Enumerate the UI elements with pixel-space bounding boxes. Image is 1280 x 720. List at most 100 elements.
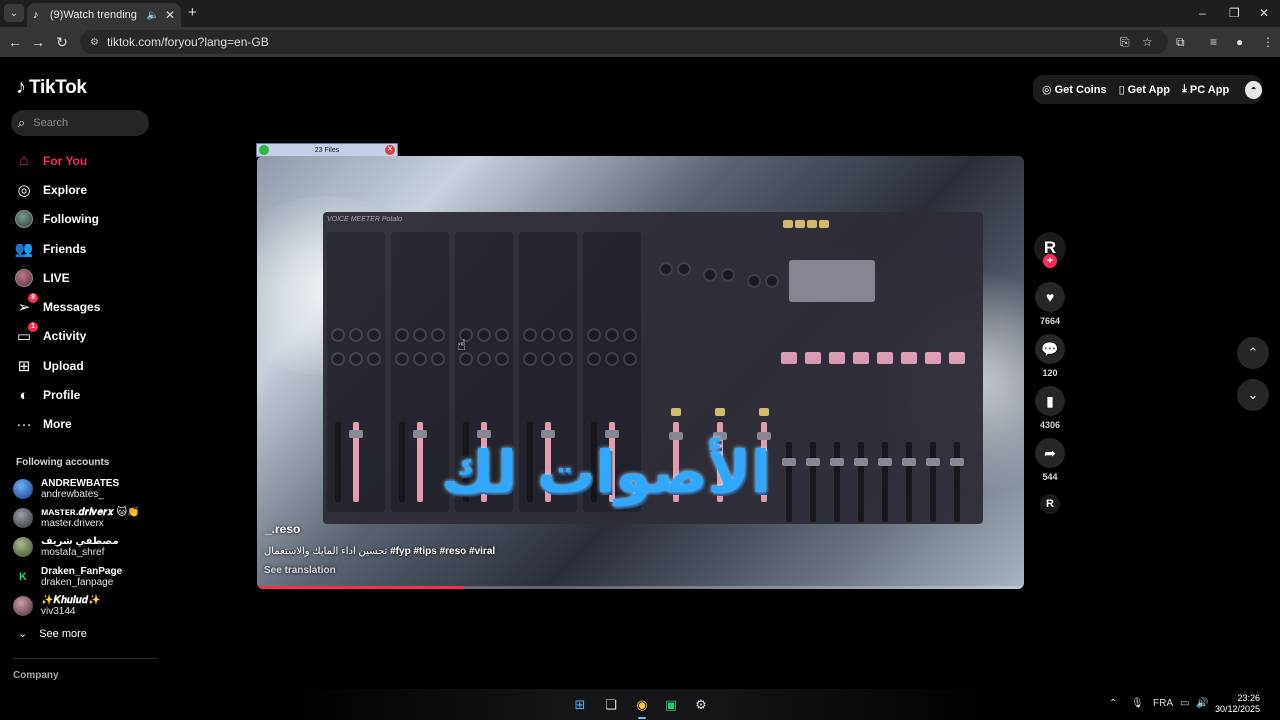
share-action[interactable]: ➦ 544: [1034, 438, 1066, 482]
top-actions-bar: ◎ Get Coins ▯ Get App ⤓ PC App ◓: [1033, 75, 1262, 104]
sidebar-nav: ⌂ For You ◎ Explore Following 👥 Friends …: [15, 146, 155, 439]
bookmark-star-icon[interactable]: ☆: [1142, 35, 1153, 49]
search-input[interactable]: [33, 117, 134, 129]
speaker-icon[interactable]: 🔈: [146, 10, 158, 21]
user-avatar[interactable]: ◓: [1245, 80, 1262, 99]
mixer-pad: [805, 352, 821, 364]
mixer-fader-cap: [782, 458, 796, 466]
music-disc-icon[interactable]: R: [1040, 494, 1060, 514]
account-name: ANDREWBATES: [41, 477, 120, 489]
mixer-knob: [495, 352, 509, 366]
list-item[interactable]: ᴍᴀsᴛᴇʀ.𝒅𝒓𝒊𝒗𝒆𝒓𝒙 🐱👏 master.driverx: [13, 503, 158, 532]
extensions-icon[interactable]: ⧉: [1176, 35, 1185, 50]
list-item[interactable]: K Draken_FanPage draken_fanpage: [13, 562, 158, 591]
see-more-button[interactable]: ⌄ See more: [18, 627, 87, 641]
install-app-icon[interactable]: ⎘: [1120, 35, 1130, 50]
mixer-knob: [495, 328, 509, 342]
sidebar-item-friends[interactable]: 👥 Friends: [15, 234, 155, 263]
new-tab-button[interactable]: +: [188, 4, 197, 21]
see-translation-link[interactable]: See translation: [264, 565, 336, 576]
sidebar-item-upload[interactable]: ⊞ Upload: [15, 351, 155, 380]
sidebar-item-profile[interactable]: ◐ Profile: [15, 380, 155, 409]
sidebar-item-for-you[interactable]: ⌂ For You: [15, 146, 155, 175]
reload-icon[interactable]: ↻: [54, 34, 70, 51]
video-author[interactable]: _.reso: [265, 522, 300, 536]
mixer-knob: [747, 274, 761, 288]
bookmark-icon[interactable]: ▮: [1035, 386, 1065, 416]
network-icon[interactable]: ▭: [1180, 698, 1189, 709]
mixer-knob: [523, 352, 537, 366]
profile-avatar-icon[interactable]: ●: [1236, 35, 1243, 49]
sidebar-item-explore[interactable]: ◎ Explore: [15, 175, 155, 204]
chrome-icon[interactable]: ◉: [632, 695, 652, 719]
restore-icon[interactable]: ❐: [1229, 6, 1240, 20]
pc-app-label: PC App: [1189, 83, 1230, 96]
sidebar-item-live[interactable]: LIVE: [15, 263, 155, 292]
mixer-knob: [541, 352, 555, 366]
share-arrow-icon[interactable]: ➦: [1035, 438, 1065, 468]
system-clock[interactable]: 23:26 30/12/2025: [1214, 693, 1260, 715]
sidebar-item-label: LIVE: [43, 270, 70, 285]
sidebar-item-more[interactable]: ··· More: [15, 410, 155, 439]
mixer-knob: [395, 352, 409, 366]
clock-date: 30/12/2025: [1214, 704, 1260, 714]
comment-count: 120: [1042, 368, 1058, 378]
tiktok-logo[interactable]: ♪ TikTok: [16, 76, 87, 99]
close-tab-icon[interactable]: ✕: [165, 8, 175, 22]
save-action[interactable]: ▮ 4306: [1034, 386, 1066, 430]
sidebar-item-label: Activity: [43, 329, 87, 344]
tray-overflow-icon[interactable]: ⌃: [1109, 698, 1117, 709]
tab-search-button[interactable]: ⌄: [4, 4, 24, 22]
search-box[interactable]: ⌕: [11, 110, 149, 136]
close-files-icon: ✕: [385, 145, 395, 155]
list-item[interactable]: مصطفي شريف mostafa_shref: [13, 533, 158, 562]
back-arrow-icon[interactable]: ←: [7, 34, 23, 50]
sidebar-item-messages[interactable]: ➢ 8 Messages: [15, 292, 155, 321]
next-video-button[interactable]: ⌄: [1237, 379, 1269, 411]
minimize-icon[interactable]: –: [1199, 6, 1206, 20]
close-window-icon[interactable]: ✕: [1259, 6, 1269, 20]
microphone-icon[interactable]: 🎙: [1131, 698, 1144, 709]
video-progress-bar[interactable]: [257, 586, 1024, 589]
clock-time: 23:26: [1237, 693, 1260, 703]
company-link[interactable]: Company: [13, 670, 59, 681]
settings-gear-icon[interactable]: ⚙: [691, 695, 711, 715]
compass-icon: ◎: [17, 181, 31, 199]
previous-video-button[interactable]: ⌃: [1237, 337, 1269, 369]
get-coins-button[interactable]: ◎ Get Coins: [1042, 83, 1107, 97]
whatsapp-taskbar-icon[interactable]: ▣: [661, 695, 681, 715]
mixer-pad: [853, 352, 869, 364]
mixer-knob: [721, 268, 735, 282]
caption-hashtags[interactable]: #fyp #tips #reso #viral: [390, 546, 495, 557]
mixer-knob: [659, 262, 673, 276]
heart-icon[interactable]: ♥: [1035, 282, 1065, 312]
address-bar[interactable]: ⚙ tiktok.com/foryou?lang=en-GB: [80, 30, 1168, 54]
comment-icon[interactable]: 💬: [1035, 334, 1065, 364]
sidebar-item-following[interactable]: Following: [15, 205, 155, 234]
site-info-icon[interactable]: ⚙: [90, 37, 99, 48]
media-controls-icon[interactable]: ≡: [1210, 35, 1217, 49]
volume-icon[interactable]: 🔊: [1196, 698, 1208, 709]
mixer-button: [715, 408, 725, 416]
like-action[interactable]: ♥ 7664: [1034, 282, 1066, 326]
forward-arrow-icon[interactable]: →: [30, 34, 46, 50]
mixer-fader-cap: [830, 458, 844, 466]
mixer-knob: [623, 352, 637, 366]
windows-start-icon[interactable]: ⊞: [570, 695, 590, 715]
task-view-icon[interactable]: ❏: [601, 695, 621, 715]
pc-app-button[interactable]: ⤓ PC App: [1182, 83, 1229, 96]
comment-action[interactable]: 💬 120: [1034, 334, 1066, 378]
browser-menu-icon[interactable]: ⋮: [1262, 35, 1274, 49]
mixer-fader: [906, 442, 912, 522]
coin-icon: ◎: [1042, 84, 1052, 96]
follow-plus-icon[interactable]: +: [1043, 254, 1057, 268]
list-item[interactable]: ✨𝑲𝒉𝒖𝒍𝒖𝒅✨ viv3144: [13, 591, 158, 620]
messages-badge: 8: [28, 293, 38, 304]
list-item[interactable]: ANDREWBATES andrewbates_: [13, 474, 158, 503]
files-label: 23 Files: [314, 146, 340, 154]
video-player[interactable]: VOICE MEETER Potato الأصوات لك ☝ _.reso …: [257, 156, 1024, 589]
language-indicator[interactable]: FRA: [1153, 698, 1173, 709]
sidebar-item-activity[interactable]: ▭ 1 Activity: [15, 322, 155, 351]
get-app-button[interactable]: ▯ Get App: [1119, 83, 1170, 97]
browser-tab-active[interactable]: ♪ (9)Watch trending videos for you | Tik…: [27, 3, 181, 27]
